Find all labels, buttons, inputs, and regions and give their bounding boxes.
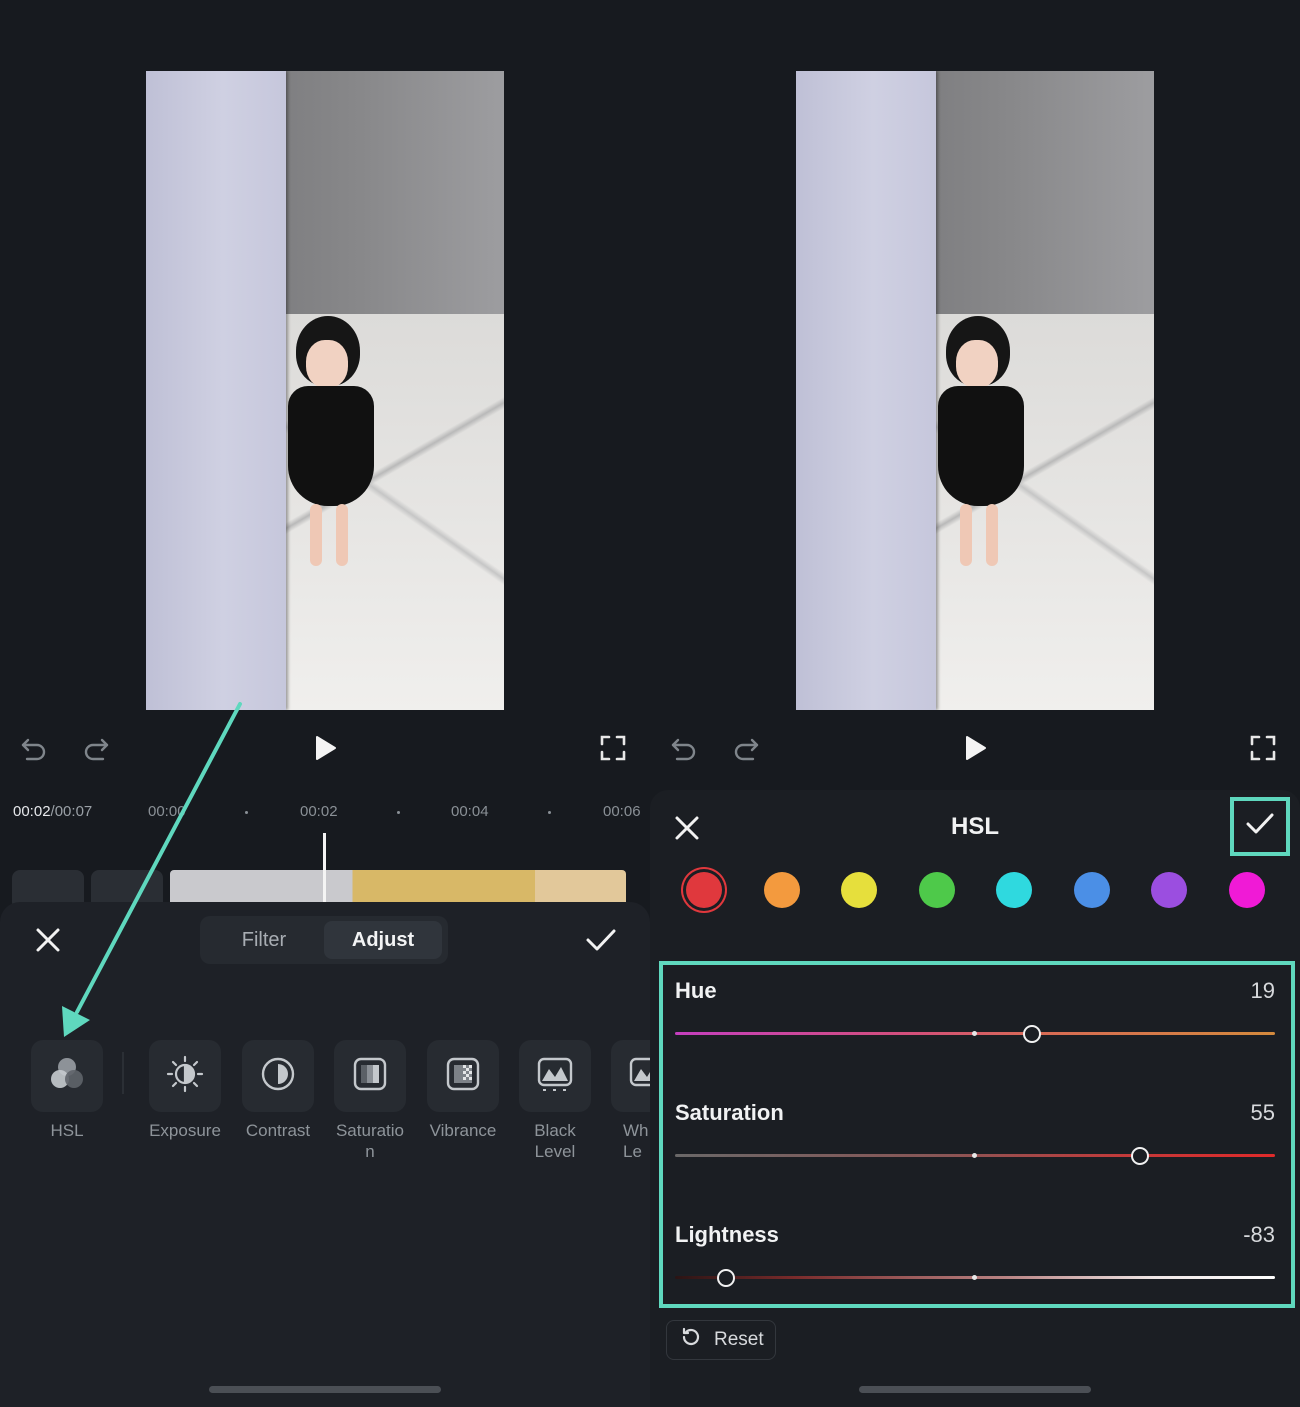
tool-black-level[interactable]: Black Level xyxy=(518,1040,592,1162)
hue-slider-knob[interactable] xyxy=(1023,1025,1041,1043)
exposure-icon xyxy=(165,1054,205,1099)
color-swatch[interactable] xyxy=(1074,872,1110,908)
saturation-icon xyxy=(351,1055,389,1098)
video-preview-right xyxy=(796,71,1154,710)
playhead[interactable] xyxy=(323,833,326,903)
home-indicator xyxy=(859,1386,1091,1393)
timeline-dot xyxy=(245,811,248,814)
timeline-dot xyxy=(397,811,400,814)
color-swatch[interactable] xyxy=(764,872,800,908)
divider xyxy=(122,1052,124,1094)
check-icon[interactable] xyxy=(584,924,618,956)
tool-hsl[interactable]: HSL xyxy=(30,1040,104,1141)
panel-title: HSL xyxy=(900,813,1050,841)
timecode: 00:02/00:07 xyxy=(13,803,92,820)
hue-label: Hue xyxy=(675,978,717,1004)
current-time: 00:02 xyxy=(13,803,51,820)
fullscreen-icon[interactable] xyxy=(1243,728,1283,768)
timeline-dot xyxy=(548,811,551,814)
lightness-label: Lightness xyxy=(675,1222,779,1248)
hue-value: 19 xyxy=(1251,978,1275,1004)
tool-contrast[interactable]: Contrast xyxy=(241,1040,315,1141)
color-swatch[interactable] xyxy=(1229,872,1265,908)
tab-adjust[interactable]: Adjust xyxy=(324,921,442,959)
reset-label: Reset xyxy=(714,1329,764,1351)
lightness-center-mark xyxy=(972,1275,977,1280)
tab-filter[interactable]: Filter xyxy=(206,921,322,959)
timeline-tick: 00:02 xyxy=(300,803,338,820)
tool-label: Vibrance xyxy=(426,1120,500,1141)
video-preview-left xyxy=(146,71,504,710)
tool-exposure[interactable]: Exposure xyxy=(148,1040,222,1141)
play-icon[interactable] xyxy=(955,728,995,768)
color-swatch[interactable] xyxy=(996,872,1032,908)
timeline-tick: 00:00 xyxy=(148,803,186,820)
lightness-value: -83 xyxy=(1243,1222,1275,1248)
close-icon[interactable] xyxy=(32,924,64,956)
tool-label: Exposure xyxy=(148,1120,222,1141)
confirm-button[interactable] xyxy=(1230,797,1290,856)
redo-icon[interactable] xyxy=(726,728,766,768)
undo-icon[interactable] xyxy=(664,728,704,768)
reset-button[interactable]: Reset xyxy=(666,1320,776,1360)
timeline-tick: 00:06 xyxy=(603,803,641,820)
saturation-center-mark xyxy=(972,1153,977,1158)
timeline-tick: 00:04 xyxy=(451,803,489,820)
sliders-highlight xyxy=(659,961,1295,1308)
tool-label: Wh Le xyxy=(611,1120,651,1162)
tool-label: Saturatio n xyxy=(333,1120,407,1162)
check-icon xyxy=(1244,810,1276,843)
saturation-slider-knob[interactable] xyxy=(1131,1147,1149,1165)
filter-adjust-tabs: Filter Adjust xyxy=(200,916,448,964)
tool-vibrance[interactable]: Vibrance xyxy=(426,1040,500,1141)
tool-label: Contrast xyxy=(241,1120,315,1141)
black-level-icon xyxy=(535,1055,575,1098)
hue-center-mark xyxy=(972,1031,977,1036)
tool-label: Black Level xyxy=(518,1120,592,1162)
contrast-icon xyxy=(259,1055,297,1098)
color-swatch[interactable] xyxy=(919,872,955,908)
color-swatch[interactable] xyxy=(841,872,877,908)
saturation-value: 55 xyxy=(1251,1100,1275,1126)
home-indicator xyxy=(209,1386,441,1393)
undo-icon[interactable] xyxy=(14,728,54,768)
hsl-icon xyxy=(48,1056,86,1097)
saturation-label: Saturation xyxy=(675,1100,784,1126)
white-level-icon xyxy=(627,1055,651,1098)
color-swatch[interactable] xyxy=(686,872,722,908)
tool-saturation[interactable]: Saturatio n xyxy=(333,1040,407,1162)
tool-label: HSL xyxy=(30,1120,104,1141)
play-icon[interactable] xyxy=(305,728,345,768)
lightness-slider-knob[interactable] xyxy=(717,1269,735,1287)
tool-white-level[interactable]: Wh Le xyxy=(611,1040,651,1162)
total-time: /00:07 xyxy=(51,803,93,820)
redo-icon[interactable] xyxy=(76,728,116,768)
vibrance-icon xyxy=(444,1055,482,1098)
reset-icon xyxy=(680,1326,702,1354)
fullscreen-icon[interactable] xyxy=(593,728,633,768)
close-icon[interactable] xyxy=(672,813,702,843)
color-swatch[interactable] xyxy=(1151,872,1187,908)
